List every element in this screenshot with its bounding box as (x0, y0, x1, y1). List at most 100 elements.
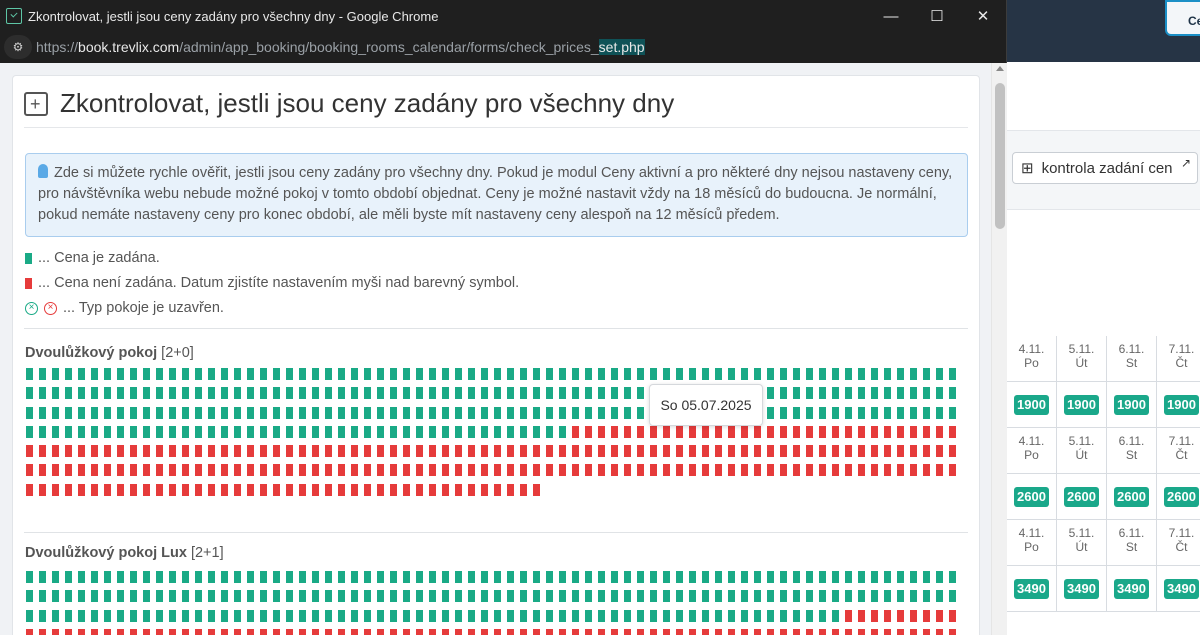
price-set-day[interactable] (156, 590, 163, 603)
price-missing-day[interactable] (845, 425, 852, 438)
price-set-day[interactable] (520, 609, 527, 622)
price-set-day[interactable] (286, 571, 293, 583)
price-set-day[interactable] (780, 406, 787, 419)
price-set-day[interactable] (520, 590, 527, 603)
price-set-day[interactable] (442, 368, 449, 380)
price-set-day[interactable] (546, 406, 553, 419)
price-set-day[interactable] (923, 571, 930, 583)
price-set-day[interactable] (663, 368, 670, 380)
price-missing-day[interactable] (286, 464, 293, 477)
price-missing-day[interactable] (481, 628, 488, 635)
price-set-day[interactable] (338, 571, 345, 583)
price-set-day[interactable] (598, 590, 605, 603)
price-set-day[interactable] (546, 571, 553, 583)
price-missing-day[interactable] (585, 445, 592, 458)
price-missing-day[interactable] (884, 628, 891, 635)
price-set-day[interactable] (780, 571, 787, 583)
price-set-day[interactable] (338, 609, 345, 622)
price-set-day[interactable] (390, 425, 397, 438)
price-set-day[interactable] (624, 590, 631, 603)
price-set-day[interactable] (728, 368, 735, 380)
price-set-day[interactable] (533, 590, 540, 603)
price-set-day[interactable] (364, 571, 371, 583)
price-set-day[interactable] (351, 406, 358, 419)
scrollbar-thumb[interactable] (995, 83, 1005, 229)
price-set-day[interactable] (923, 368, 930, 380)
price-set-day[interactable] (689, 368, 696, 380)
price-set-day[interactable] (494, 406, 501, 419)
price-set-day[interactable] (832, 590, 839, 603)
price-set-day[interactable] (806, 406, 813, 419)
price-set-day[interactable] (455, 406, 462, 419)
price-set-day[interactable] (416, 590, 423, 603)
price-missing-day[interactable] (572, 445, 579, 458)
price-set-day[interactable] (156, 387, 163, 400)
price-set-day[interactable] (507, 368, 514, 380)
price-missing-day[interactable] (923, 425, 930, 438)
price-missing-day[interactable] (585, 628, 592, 635)
price-missing-day[interactable] (754, 628, 761, 635)
price-set-day[interactable] (728, 590, 735, 603)
price-set-day[interactable] (429, 368, 436, 380)
price-set-day[interactable] (494, 571, 501, 583)
price-missing-day[interactable] (39, 628, 46, 635)
price-missing-day[interactable] (884, 425, 891, 438)
price-missing-day[interactable] (481, 445, 488, 458)
price-set-day[interactable] (520, 368, 527, 380)
price-set-day[interactable] (325, 368, 332, 380)
price-missing-day[interactable] (338, 628, 345, 635)
price-set-day[interactable] (572, 609, 579, 622)
price-missing-day[interactable] (936, 609, 943, 622)
price-set-day[interactable] (780, 590, 787, 603)
price-missing-day[interactable] (312, 464, 319, 477)
price-set-day[interactable] (377, 609, 384, 622)
price-set-day[interactable] (273, 425, 280, 438)
price-missing-day[interactable] (364, 483, 371, 496)
price-set-day[interactable] (143, 406, 150, 419)
price-set-day[interactable] (793, 387, 800, 400)
price-set-day[interactable] (91, 425, 98, 438)
price-missing-day[interactable] (104, 464, 111, 477)
price-missing-day[interactable] (494, 483, 501, 496)
price-set-day[interactable] (819, 590, 826, 603)
price-missing-day[interactable] (78, 628, 85, 635)
background-price-cell[interactable]: 2600 (1056, 474, 1106, 519)
price-set-day[interactable] (637, 368, 644, 380)
price-missing-day[interactable] (455, 628, 462, 635)
price-set-day[interactable] (676, 590, 683, 603)
price-missing-day[interactable] (754, 425, 761, 438)
price-missing-day[interactable] (845, 609, 852, 622)
price-set-day[interactable] (26, 406, 33, 419)
price-set-day[interactable] (260, 590, 267, 603)
price-set-day[interactable] (832, 387, 839, 400)
price-missing-day[interactable] (845, 445, 852, 458)
price-missing-day[interactable] (221, 628, 228, 635)
price-set-day[interactable] (39, 406, 46, 419)
price-set-day[interactable] (234, 609, 241, 622)
price-missing-day[interactable] (936, 445, 943, 458)
price-missing-day[interactable] (39, 445, 46, 458)
price-set-day[interactable] (468, 425, 475, 438)
price-missing-day[interactable] (104, 445, 111, 458)
price-missing-day[interactable] (871, 609, 878, 622)
price-set-day[interactable] (351, 571, 358, 583)
price-set-day[interactable] (208, 368, 215, 380)
price-set-day[interactable] (377, 590, 384, 603)
price-set-day[interactable] (169, 406, 176, 419)
price-missing-day[interactable] (858, 609, 865, 622)
price-set-day[interactable] (468, 368, 475, 380)
price-missing-day[interactable] (26, 445, 33, 458)
check-prices-button[interactable]: ⊞ kontrola zadání cen ↗ (1012, 152, 1198, 184)
price-missing-day[interactable] (468, 628, 475, 635)
price-set-day[interactable] (832, 406, 839, 419)
maximize-button[interactable]: ☐ (914, 7, 960, 25)
price-set-day[interactable] (390, 571, 397, 583)
price-set-day[interactable] (65, 368, 72, 380)
price-missing-day[interactable] (871, 445, 878, 458)
price-missing-day[interactable] (91, 628, 98, 635)
price-missing-day[interactable] (377, 445, 384, 458)
price-set-day[interactable] (26, 571, 33, 583)
price-missing-day[interactable] (650, 628, 657, 635)
price-set-day[interactable] (741, 609, 748, 622)
price-set-day[interactable] (117, 590, 124, 603)
